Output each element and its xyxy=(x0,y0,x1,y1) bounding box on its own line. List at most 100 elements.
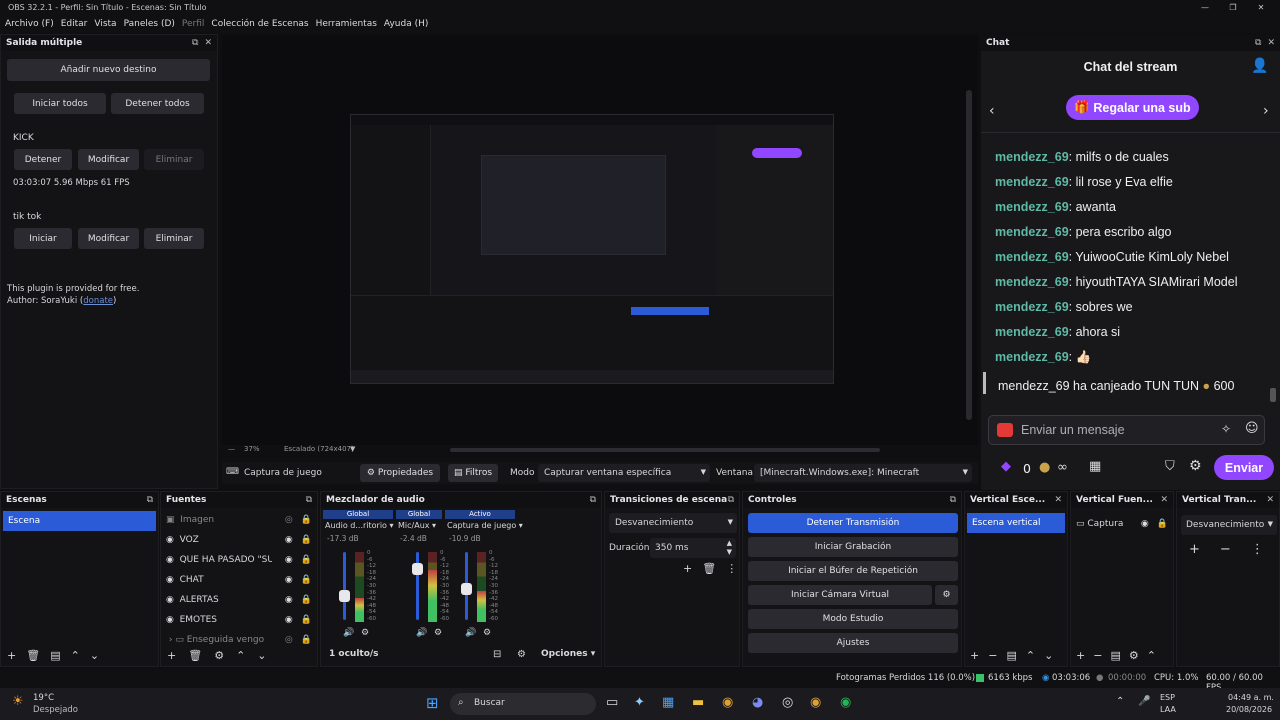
lock-icon[interactable]: 🔒 xyxy=(301,535,312,545)
maximize-icon[interactable]: ❐ xyxy=(1218,0,1248,15)
menu-editar[interactable]: Editar xyxy=(61,19,88,29)
language-code[interactable]: ESP xyxy=(1160,693,1175,702)
source-row[interactable]: ◉ QUE HA PASADO "SUB ◉ 🔒 xyxy=(166,550,312,570)
chevron-down-icon[interactable]: ⌄ xyxy=(90,649,99,662)
source-row[interactable]: ◉ CHAT ◉ 🔒 xyxy=(166,570,312,590)
minus-icon[interactable]: − xyxy=(1093,649,1102,662)
kick-edit-button[interactable]: Modificar xyxy=(78,149,139,170)
trash-icon[interactable]: 🗑 xyxy=(188,649,202,662)
menu-paneles[interactable]: Paneles (D) xyxy=(124,19,175,29)
window-select[interactable]: [Minecraft.Windows.exe]: Minecraft ▼ xyxy=(754,464,972,482)
menu-herramientas[interactable]: Herramientas xyxy=(316,19,377,29)
plus-icon[interactable]: + xyxy=(7,649,16,662)
kick-stop-button[interactable]: Detener xyxy=(14,149,72,170)
explorer-icon[interactable]: ▬ xyxy=(692,695,704,710)
muted-speaker-icon[interactable]: 🔊 xyxy=(465,628,476,638)
source-row[interactable]: ◉ EMOTES ◉ 🔒 xyxy=(166,610,312,630)
plus-icon[interactable]: + xyxy=(970,649,979,662)
float-icon[interactable]: ⧉ xyxy=(950,495,956,505)
gear-icon[interactable]: ⚙ xyxy=(214,649,224,662)
preview-vscrollbar[interactable] xyxy=(966,90,972,420)
more-icon[interactable]: ⋮ xyxy=(726,562,737,575)
scene-item[interactable]: Escena xyxy=(3,511,156,531)
source-row[interactable]: ◉ ALERTAS ◉ 🔒 xyxy=(166,590,312,610)
plus-icon[interactable]: + xyxy=(1076,649,1085,662)
chat-input[interactable]: Enviar un mensaje ✧ ☺ xyxy=(988,415,1265,445)
lock-icon[interactable]: 🔒 xyxy=(301,555,312,565)
store-icon[interactable]: ▦ xyxy=(662,695,674,710)
send-button[interactable]: Enviar xyxy=(1214,455,1274,480)
minimize-icon[interactable]: — xyxy=(1190,0,1220,15)
minus-icon[interactable]: − xyxy=(1220,542,1231,557)
spotify-icon[interactable]: ◉ xyxy=(840,695,851,710)
chevron-left-icon[interactable]: ‹ xyxy=(989,103,995,119)
kick-delete-button[interactable]: Eliminar xyxy=(144,149,204,170)
gift-sub-button[interactable]: 🎁 Regalar una sub xyxy=(1066,95,1199,120)
close-icon[interactable]: ✕ xyxy=(1054,495,1062,505)
float-icon[interactable]: ⧉ xyxy=(1255,38,1261,48)
obs-icon[interactable]: ◎ xyxy=(782,695,793,710)
plus-icon[interactable]: + xyxy=(1189,542,1200,557)
source-row[interactable]: › ▭ Enseguida vengo ◎ 🔒 xyxy=(166,630,312,650)
settings-button[interactable]: Ajustes xyxy=(748,633,958,653)
taskbar-search[interactable]: ⌕ Buscar xyxy=(450,693,596,715)
volume-slider[interactable] xyxy=(343,552,346,620)
duration-input[interactable]: 350 ms ▲ ▼ xyxy=(650,538,736,558)
gear-icon[interactable]: ⚙ xyxy=(1129,649,1139,662)
menu-archivo[interactable]: Archivo (F) xyxy=(5,19,54,29)
tiktok-start-button[interactable]: Iniciar xyxy=(14,228,72,249)
eye-icon[interactable]: ◉ xyxy=(285,595,293,605)
vertical-scene-item[interactable]: Escena vertical xyxy=(967,513,1065,533)
minus-icon[interactable]: − xyxy=(988,649,997,662)
chevron-right-icon[interactable]: › xyxy=(166,635,175,645)
trash-icon[interactable]: 🗑 xyxy=(702,562,716,575)
more-icon[interactable]: ⋮ xyxy=(1251,542,1264,557)
eye-off-icon[interactable]: ◎ xyxy=(285,515,293,525)
lock-icon[interactable]: 🔒 xyxy=(301,575,312,585)
filter-icon[interactable]: ▤ xyxy=(1006,649,1016,662)
stop-all-button[interactable]: Detener todos xyxy=(111,93,204,114)
chevron-up-icon[interactable]: ⌃ xyxy=(1147,649,1156,662)
preview-hscrollbar[interactable] xyxy=(450,448,880,452)
tiktok-edit-button[interactable]: Modificar xyxy=(78,228,139,249)
chrome-icon[interactable]: ◉ xyxy=(722,695,733,710)
close-icon[interactable]: ✕ xyxy=(1267,38,1275,48)
clock-date[interactable]: 20/08/2026 xyxy=(1226,705,1272,714)
chevron-up-icon[interactable]: ⌃ xyxy=(236,649,245,662)
task-view-icon[interactable]: ▭ xyxy=(606,695,618,710)
stepper-down-icon[interactable]: ▼ xyxy=(727,548,732,556)
chevron-right-icon[interactable]: › xyxy=(1263,103,1269,119)
menu-coleccion[interactable]: Colección de Escenas xyxy=(211,19,308,29)
filter-icon[interactable]: ▤ xyxy=(50,649,60,662)
plus-icon[interactable]: + xyxy=(683,562,692,575)
stepper-up-icon[interactable]: ▲ xyxy=(727,539,732,547)
language-layout[interactable]: LAA xyxy=(1160,705,1176,714)
lock-icon[interactable]: 🔒 xyxy=(301,515,312,525)
float-icon[interactable]: ⧉ xyxy=(306,495,312,505)
gear-icon[interactable]: ⚙ xyxy=(935,585,958,605)
filters-button[interactable]: ▤ Filtros xyxy=(448,464,498,482)
scale-dropdown-icon[interactable]: ▼ xyxy=(350,445,355,453)
channel-gear-icon[interactable]: ⚙ xyxy=(483,628,491,638)
lock-icon[interactable]: 🔒 xyxy=(301,595,312,605)
users-icon[interactable]: 👤 xyxy=(1251,58,1268,74)
eye-icon[interactable]: ◉ xyxy=(1141,519,1149,529)
channel-name[interactable]: Mic/Aux ▾ xyxy=(398,521,436,530)
volume-knob[interactable] xyxy=(339,590,350,603)
source-row[interactable]: ◉ VOZ ◉ 🔒 xyxy=(166,530,312,550)
channel-name[interactable]: Captura de juego ▾ xyxy=(447,521,523,530)
filter-icon[interactable]: ▤ xyxy=(1110,649,1120,662)
points-icon[interactable]: ◆ xyxy=(1001,459,1011,474)
lock-icon[interactable]: 🔒 xyxy=(1157,519,1168,529)
lock-icon[interactable]: 🔒 xyxy=(301,635,312,645)
float-icon[interactable]: ⧉ xyxy=(192,38,198,48)
virtual-camera-button[interactable]: Iniciar Cámara Virtual xyxy=(748,585,932,605)
layout-icon[interactable]: ⊟ xyxy=(493,649,501,660)
close-icon[interactable]: ✕ xyxy=(1160,495,1168,505)
chevron-down-icon[interactable]: ⌄ xyxy=(1044,649,1053,662)
clock-time[interactable]: 04:49 a. m. xyxy=(1228,693,1274,702)
eye-icon[interactable]: ◉ xyxy=(285,535,293,545)
start-recording-button[interactable]: Iniciar Grabación xyxy=(748,537,958,557)
transition-select[interactable]: Desvanecimiento ▼ xyxy=(609,513,737,533)
shop-icon[interactable]: ▦ xyxy=(1089,459,1101,474)
